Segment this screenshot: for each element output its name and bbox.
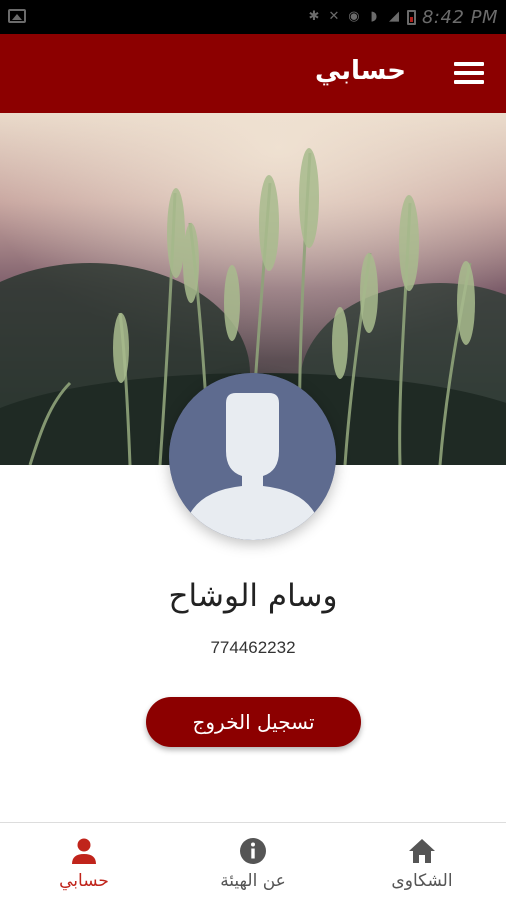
nav-label-account: حسابي xyxy=(59,871,109,891)
status-icons: ✱ ✕ ◉ ◗ ◢ 8:42 PM xyxy=(307,6,498,28)
profile-phone: 774462232 xyxy=(210,638,296,657)
bluetooth-icon: ✱ xyxy=(308,9,320,24)
wifi-icon: ◗ xyxy=(370,9,378,24)
nav-item-complaints[interactable]: الشكاوى xyxy=(338,823,506,900)
person-icon xyxy=(72,838,96,864)
app-bar: حسابي xyxy=(0,34,506,113)
app-screen: ✱ ✕ ◉ ◗ ◢ 8:42 PM حسابي وسام الوشاح 7744… xyxy=(0,0,506,900)
bottom-nav: حسابي عن الهيئة الشكاوى xyxy=(0,822,506,900)
battery-icon xyxy=(406,9,416,25)
data-saver-icon: ◉ xyxy=(348,9,360,24)
info-icon xyxy=(240,838,266,864)
status-bar: ✱ ✕ ◉ ◗ ◢ 8:42 PM xyxy=(0,0,506,34)
nav-label-about: عن الهيئة xyxy=(220,871,286,891)
nav-item-account[interactable]: حسابي xyxy=(0,823,168,900)
mute-icon: ✕ xyxy=(328,9,340,24)
logout-button[interactable]: تسجيل الخروج xyxy=(146,697,361,747)
person-silhouette-icon xyxy=(169,373,336,540)
profile-name: وسام الوشاح xyxy=(168,578,338,614)
page-title: حسابي xyxy=(314,56,406,86)
status-clock: 8:42 PM xyxy=(421,6,498,28)
gallery-notification-icon xyxy=(8,9,26,23)
home-icon xyxy=(409,839,435,863)
hamburger-menu-icon[interactable] xyxy=(454,62,484,86)
avatar xyxy=(169,373,336,540)
signal-icon: ◢ xyxy=(388,9,399,24)
nav-label-complaints: الشكاوى xyxy=(391,871,453,891)
nav-item-about[interactable]: عن الهيئة xyxy=(169,823,337,900)
